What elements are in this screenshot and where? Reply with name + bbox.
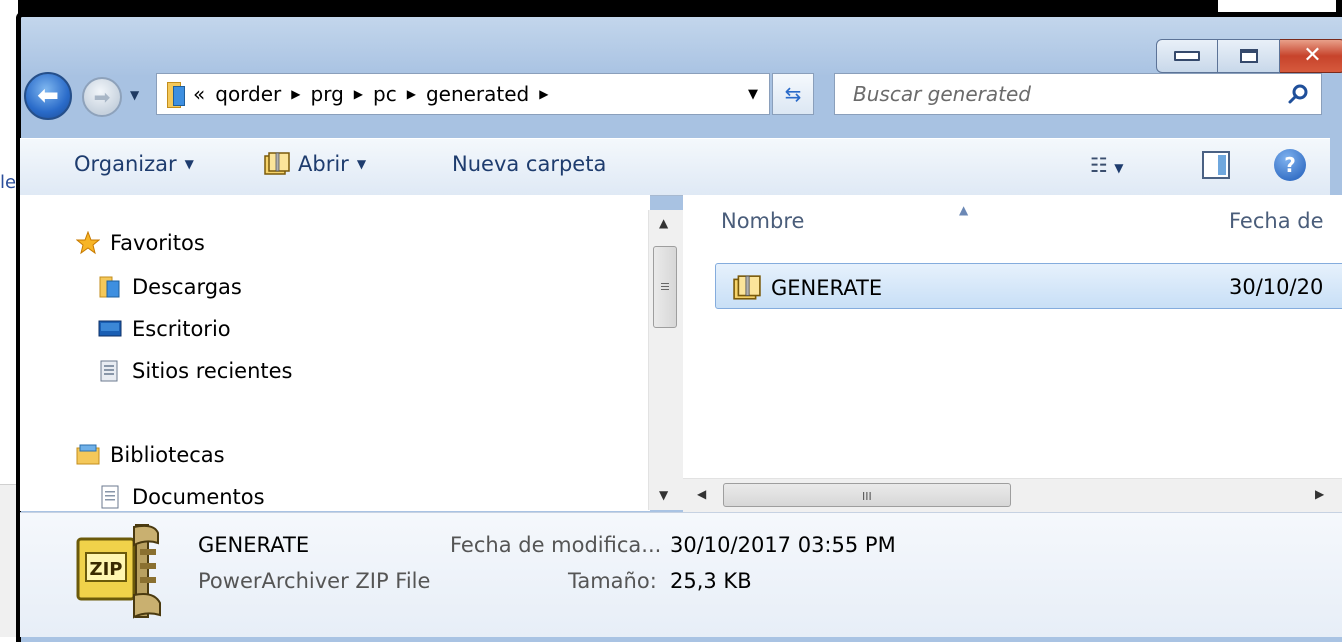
close-button[interactable]: ✕	[1280, 39, 1342, 73]
navigation-pane-scrollbar[interactable]: ▲ ▼	[648, 210, 683, 510]
archive-icon	[733, 275, 761, 300]
file-date: 30/10/20	[1229, 275, 1324, 299]
refresh-button[interactable]: ⇆	[772, 73, 814, 115]
nav-item-documents[interactable]: Documentos	[98, 485, 265, 509]
preview-pane-button[interactable]	[1202, 151, 1230, 179]
nav-label: Bibliotecas	[110, 443, 225, 467]
breadcrumb-item[interactable]: qorder	[215, 82, 281, 106]
breadcrumb-item[interactable]: generated	[426, 82, 529, 106]
details-view-icon: ☷	[1090, 153, 1108, 177]
back-button[interactable]: ⬅	[24, 72, 72, 120]
chevron-down-icon: ▼	[356, 157, 367, 171]
title-buttons: ✕	[1156, 39, 1342, 73]
nav-label: Escritorio	[132, 317, 231, 341]
svg-text:ZIP: ZIP	[90, 559, 123, 580]
breadcrumb-overflow[interactable]: «	[193, 82, 205, 106]
libraries-icon	[76, 444, 100, 465]
arrow-right-icon: ➡	[93, 85, 111, 109]
downloads-folder-icon	[99, 276, 120, 298]
detail-size-value: 25,3 KB	[670, 569, 752, 593]
scrollbar-grip: III	[862, 490, 872, 503]
refresh-icon: ⇆	[784, 82, 802, 106]
nav-item-downloads[interactable]: Descargas	[98, 275, 242, 299]
new-folder-label: Nueva carpeta	[452, 152, 607, 176]
scroll-down-icon[interactable]: ▼	[659, 488, 668, 502]
search-box[interactable]: Buscar generated	[834, 73, 1322, 115]
breadcrumb-item[interactable]: prg	[311, 82, 344, 106]
help-button[interactable]: ?	[1274, 149, 1306, 181]
recent-places-icon	[100, 360, 118, 382]
view-options-button[interactable]: ☷ ▼	[1090, 153, 1124, 177]
chevron-right-icon[interactable]: ▶	[539, 87, 548, 101]
search-icon[interactable]	[1287, 83, 1309, 105]
scrollbar-thumb[interactable]	[653, 246, 677, 328]
detail-file-name: GENERATE	[198, 533, 310, 557]
chevron-right-icon[interactable]: ▶	[291, 87, 300, 101]
search-input[interactable]: Buscar generated	[853, 82, 1031, 106]
maximize-button[interactable]	[1218, 39, 1280, 73]
open-label: Abrir	[298, 152, 349, 176]
scrollbar-thumb[interactable]: III	[723, 483, 1011, 507]
detail-modified-value: 30/10/2017 03:55 PM	[670, 533, 896, 557]
chevron-down-icon: ▼	[184, 157, 194, 171]
command-bar: Organizar ▼ Abrir ▼ Nueva carpeta ☷ ▼ ?	[20, 138, 1330, 196]
arrow-left-icon: ⬅	[37, 81, 59, 111]
file-name: GENERATE	[771, 276, 883, 300]
details-pane: ZIP GENERATE PowerArchiver ZIP File Fech…	[20, 512, 1342, 637]
maximize-icon	[1239, 49, 1258, 63]
file-list-horizontal-scrollbar[interactable]: ◀ III ▶	[683, 478, 1342, 513]
help-icon: ?	[1284, 153, 1296, 177]
detail-file-type: PowerArchiver ZIP File	[198, 569, 431, 593]
nav-label: Descargas	[132, 275, 242, 299]
scroll-left-icon[interactable]: ◀	[697, 487, 706, 501]
breadcrumb-item[interactable]: pc	[373, 82, 397, 106]
zip-file-icon: ZIP	[76, 524, 161, 619]
nav-label: Sitios recientes	[132, 359, 293, 383]
navigation-pane: Favoritos Descargas Escritorio Sitios re…	[20, 195, 650, 511]
nav-label: Documentos	[132, 485, 265, 509]
background-text-fragment: le	[0, 172, 17, 193]
nav-item-libraries[interactable]: Bibliotecas	[76, 443, 225, 467]
nav-item-recent[interactable]: Sitios recientes	[98, 359, 293, 383]
scroll-up-icon[interactable]: ▲	[659, 216, 668, 230]
breadcrumb: « qorder ▶ prg ▶ pc ▶ generated ▶	[193, 82, 549, 106]
star-icon	[76, 231, 100, 255]
column-header-name[interactable]: Nombre	[721, 209, 804, 233]
sort-ascending-icon: ▲	[959, 203, 969, 217]
organize-button[interactable]: Organizar ▼	[74, 152, 194, 176]
address-bar[interactable]: « qorder ▶ prg ▶ pc ▶ generated ▶	[156, 73, 770, 115]
open-button[interactable]: Abrir ▼	[264, 152, 366, 176]
organize-label: Organizar	[74, 152, 177, 176]
close-icon: ✕	[1303, 43, 1322, 68]
nav-item-desktop[interactable]: Escritorio	[98, 317, 231, 341]
address-history-dropdown[interactable]: ▼	[736, 73, 770, 115]
chevron-right-icon[interactable]: ▶	[354, 87, 363, 101]
folder-icon	[165, 82, 185, 108]
detail-size-label: Tamaño:	[568, 569, 657, 593]
nav-item-favorites[interactable]: Favoritos	[76, 231, 205, 255]
chevron-down-icon: ▼	[748, 86, 758, 102]
column-header-date[interactable]: Fecha de	[1229, 209, 1324, 233]
forward-button[interactable]: ➡	[82, 77, 122, 117]
minimize-icon	[1174, 51, 1200, 61]
new-folder-button[interactable]: Nueva carpeta	[452, 152, 606, 176]
desktop-icon	[98, 320, 122, 337]
nav-label: Favoritos	[110, 231, 205, 255]
file-name-cell[interactable]: GENERATE	[733, 275, 882, 301]
file-list: Nombre ▲ Fecha de GENERATE 30/10/20	[683, 195, 1342, 511]
minimize-button[interactable]	[1156, 39, 1218, 73]
recent-pages-dropdown[interactable]: ▼	[130, 88, 139, 102]
scroll-right-icon[interactable]: ▶	[1315, 487, 1324, 501]
chevron-right-icon[interactable]: ▶	[407, 87, 416, 101]
detail-modified-label: Fecha de modifica...	[450, 533, 662, 557]
chevron-down-icon: ▼	[1114, 161, 1124, 175]
document-icon	[101, 485, 119, 509]
archive-icon	[264, 152, 290, 175]
